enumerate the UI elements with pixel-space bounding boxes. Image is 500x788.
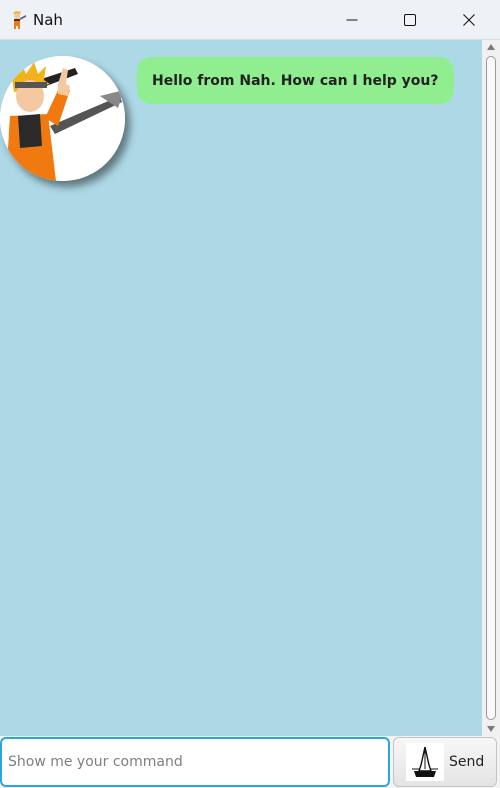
scroll-up-icon[interactable] bbox=[486, 42, 496, 52]
message-bubble: Hello from Nah. How can I help you? bbox=[137, 57, 454, 104]
window-title: Nah bbox=[33, 11, 63, 29]
send-button-label: Send bbox=[449, 754, 485, 770]
command-input[interactable] bbox=[0, 737, 390, 787]
scroll-down-icon[interactable] bbox=[486, 724, 496, 734]
title-bar: Nah bbox=[0, 0, 500, 40]
close-icon bbox=[463, 14, 475, 26]
ninja-character-avatar bbox=[0, 56, 125, 181]
vertical-scrollbar[interactable] bbox=[482, 40, 500, 736]
maximize-button[interactable] bbox=[382, 0, 438, 40]
close-button[interactable] bbox=[441, 0, 497, 40]
chat-message-area: Hello from Nah. How can I help you? bbox=[0, 40, 482, 736]
scrollbar-thumb[interactable] bbox=[486, 56, 496, 720]
send-button[interactable]: Send bbox=[393, 737, 497, 787]
input-row: Send bbox=[0, 736, 500, 788]
minimize-button[interactable] bbox=[324, 0, 380, 40]
minimize-icon bbox=[346, 14, 358, 26]
chat-window: Nah Hello from Nah. How can I help you? … bbox=[0, 0, 500, 788]
ninja-character-icon bbox=[8, 10, 28, 30]
maximize-icon bbox=[404, 14, 416, 26]
praying-hands-icon bbox=[406, 743, 444, 781]
